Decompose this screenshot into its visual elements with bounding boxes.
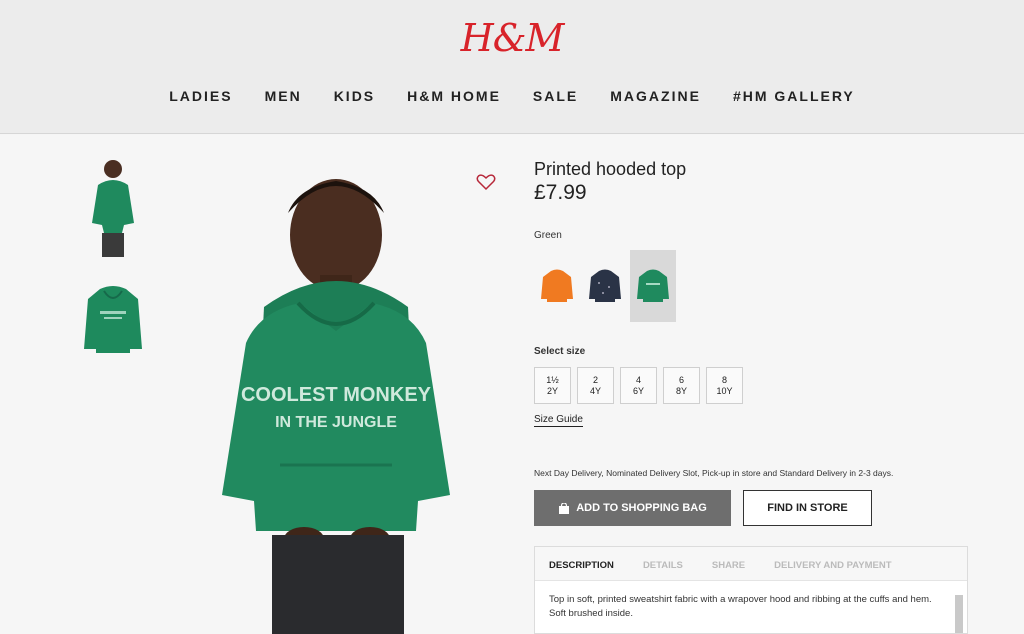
size-guide-link[interactable]: Size Guide bbox=[534, 414, 583, 427]
shopping-bag-icon bbox=[559, 502, 570, 514]
nav-item-hm-home[interactable]: H&M HOME bbox=[407, 88, 501, 104]
thumbnail-product[interactable] bbox=[80, 283, 146, 359]
size-year-label: 6Y bbox=[632, 385, 644, 396]
nav-item-sale[interactable]: SALE bbox=[533, 88, 578, 104]
size-year-label: 10Y bbox=[716, 385, 733, 396]
navy-hoodie-icon bbox=[589, 269, 621, 302]
tab-details[interactable]: DETAILS bbox=[629, 547, 698, 580]
size-age-label: 8 bbox=[721, 374, 727, 385]
product-description: Top in soft, printed sweatshirt fabric w… bbox=[549, 594, 932, 619]
size-option-4y[interactable]: 2 4Y bbox=[577, 367, 614, 404]
thumbnail-product-image bbox=[84, 286, 142, 353]
site-header: H&M LADIES MEN KIDS H&M HOME SALE MAGAZI… bbox=[0, 0, 1024, 134]
size-age-label: 6 bbox=[678, 374, 684, 385]
swatch-green[interactable] bbox=[630, 250, 676, 322]
size-year-label: 4Y bbox=[589, 385, 601, 396]
favorite-heart-icon[interactable] bbox=[476, 173, 496, 191]
swatch-orange[interactable] bbox=[534, 250, 580, 322]
delivery-info: Next Day Delivery, Nominated Delivery Sl… bbox=[534, 468, 894, 478]
hoodie-print-line2: IN THE JUNGLE bbox=[275, 414, 397, 431]
nav-item-hm-gallery[interactable]: #HM GALLERY bbox=[733, 88, 855, 104]
nav-item-men[interactable]: MEN bbox=[265, 88, 302, 104]
product-details-panel: Printed hooded top £7.99 Green Select si… bbox=[534, 135, 974, 634]
add-to-bag-label: ADD TO SHOPPING BAG bbox=[576, 502, 707, 514]
hero-model-illustration: COOLEST MONKEY IN THE JUNGLE bbox=[222, 179, 450, 634]
size-year-label: 2Y bbox=[546, 385, 558, 396]
nav-item-kids[interactable]: KIDS bbox=[334, 88, 375, 104]
product-info-tabs: DESCRIPTION DETAILS SHARE DELIVERY AND P… bbox=[534, 546, 968, 634]
orange-hoodie-icon bbox=[541, 269, 573, 302]
product-page: COOLEST MONKEY IN THE JUNGLE Printed hoo… bbox=[0, 135, 1024, 634]
hoodie-print-line1: COOLEST MONKEY bbox=[241, 384, 432, 406]
size-option-2y[interactable]: 1½ 2Y bbox=[534, 367, 571, 404]
size-age-label: 4 bbox=[635, 374, 641, 385]
color-swatches bbox=[534, 250, 676, 322]
swatch-navy[interactable] bbox=[582, 250, 628, 322]
nav-item-ladies[interactable]: LADIES bbox=[169, 88, 232, 104]
tab-description[interactable]: DESCRIPTION bbox=[535, 547, 629, 580]
product-price: £7.99 bbox=[534, 181, 587, 204]
size-option-10y[interactable]: 8 10Y bbox=[706, 367, 743, 404]
size-option-8y[interactable]: 6 8Y bbox=[663, 367, 700, 404]
add-to-bag-button[interactable]: ADD TO SHOPPING BAG bbox=[534, 490, 731, 526]
color-label: Green bbox=[534, 230, 562, 241]
nav-item-magazine[interactable]: MAGAZINE bbox=[610, 88, 701, 104]
size-option-6y[interactable]: 4 6Y bbox=[620, 367, 657, 404]
green-hoodie-icon bbox=[637, 269, 669, 302]
size-age-label: 2 bbox=[592, 374, 598, 385]
size-age-label: 1½ bbox=[546, 374, 559, 385]
tab-delivery-and-payment[interactable]: DELIVERY AND PAYMENT bbox=[760, 547, 906, 580]
tab-bar: DESCRIPTION DETAILS SHARE DELIVERY AND P… bbox=[535, 547, 967, 581]
thumbnail-model-image bbox=[92, 160, 134, 257]
hero-product-image: COOLEST MONKEY IN THE JUNGLE bbox=[160, 135, 520, 634]
description-scrollbar[interactable] bbox=[955, 595, 963, 633]
size-year-label: 8Y bbox=[675, 385, 687, 396]
product-title: Printed hooded top bbox=[534, 159, 687, 179]
thumbnail-model[interactable] bbox=[80, 153, 146, 263]
main-nav: LADIES MEN KIDS H&M HOME SALE MAGAZINE #… bbox=[0, 88, 1024, 104]
select-size-label: Select size bbox=[534, 346, 586, 357]
tab-share[interactable]: SHARE bbox=[698, 547, 760, 580]
hm-logo[interactable]: H&M bbox=[0, 16, 1024, 60]
size-options: 1½ 2Y 2 4Y 4 6Y 6 8Y 8 10Y bbox=[534, 367, 743, 404]
find-in-store-button[interactable]: FIND IN STORE bbox=[743, 490, 872, 526]
